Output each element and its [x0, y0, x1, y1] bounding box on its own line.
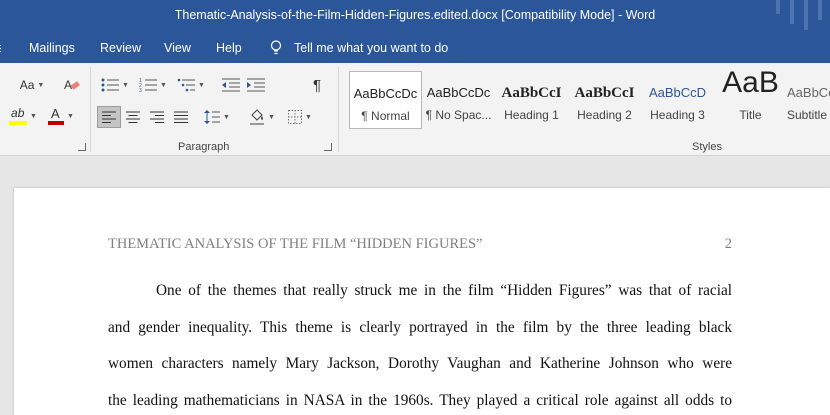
change-case-button[interactable]: Aa ▼ [16, 74, 48, 96]
tell-me-box[interactable]: Tell me what you want to do [270, 40, 448, 55]
numbered-list-icon: 123 [139, 78, 158, 92]
font-dialog-launcher[interactable] [78, 143, 86, 151]
text-line: One of the themes that really struck me … [156, 282, 732, 299]
justify-icon [174, 111, 188, 123]
increase-indent-button[interactable] [245, 74, 267, 96]
justify-button[interactable] [170, 106, 192, 128]
show-formatting-marks-button[interactable]: ¶ [306, 74, 328, 96]
increase-indent-icon [247, 78, 265, 92]
borders-button[interactable]: ▼ [283, 106, 317, 128]
font-color-button[interactable]: A ▼ [44, 105, 78, 127]
bullet-list-icon [101, 78, 120, 92]
text-line: the leading mathematicians in NASA in th… [108, 391, 732, 409]
style-no-spacing[interactable]: AaBbCcDc ¶ No Spac... [422, 71, 495, 129]
borders-icon [288, 110, 303, 124]
align-right-button[interactable] [146, 106, 168, 128]
align-right-icon [150, 111, 164, 123]
style-subtitle[interactable]: AaBbCcI Subtitle [787, 71, 830, 129]
decrease-indent-button[interactable] [220, 74, 242, 96]
align-center-icon [126, 111, 140, 123]
tab-mailings[interactable]: Mailings [29, 41, 75, 55]
paragraph-group-label: Paragraph [178, 141, 230, 153]
shading-button[interactable]: ▼ [245, 106, 279, 128]
multilevel-list-button[interactable]: ▼ [174, 74, 208, 96]
clear-formatting-button[interactable]: A [60, 74, 84, 96]
text-line: and gender inequality. This theme is cle… [108, 318, 732, 336]
style-heading-3[interactable]: AaBbCcD Heading 3 [641, 71, 714, 129]
tab-view[interactable]: View [164, 41, 191, 55]
line-spacing-button[interactable]: ▼ [200, 106, 234, 128]
align-left-icon [102, 111, 116, 123]
font-color-icon: A [48, 106, 65, 125]
align-left-button[interactable] [97, 106, 121, 128]
text-highlight-button[interactable]: ab ▼ [6, 105, 40, 127]
numbering-button[interactable]: 123 ▼ [136, 74, 170, 96]
style-heading-2[interactable]: AaBbCcI Heading 2 [568, 71, 641, 129]
tab-review[interactable]: Review [100, 41, 141, 55]
styles-gallery: AaBbCcDc ¶ Normal AaBbCcDc ¶ No Spac... … [347, 71, 830, 129]
highlighter-icon: ab [9, 106, 28, 125]
document-area: THEMATIC ANALYSIS OF THE FILM “HIDDEN FI… [0, 156, 830, 415]
style-heading-1[interactable]: AaBbCcI Heading 1 [495, 71, 568, 129]
ribbon: Aa ▼ A ab ▼ A ▼ ▼ 123 ▼ ▼ ¶ ▼ ▼ ▼ Paragr… [0, 63, 830, 156]
decorative-bar [790, 0, 794, 24]
eraser-icon: A [64, 78, 80, 92]
window-title: Thematic-Analysis-of-the-Film-Hidden-Fig… [174, 8, 656, 22]
bullets-button[interactable]: ▼ [98, 74, 132, 96]
tab-help[interactable]: Help [216, 41, 242, 55]
page-header: THEMATIC ANALYSIS OF THE FILM “HIDDEN FI… [108, 236, 732, 253]
ribbon-tabs: s Mailings Review View Help Tell me what… [0, 33, 830, 63]
decrease-indent-icon [222, 78, 240, 92]
page-number: 2 [724, 236, 732, 252]
style-normal[interactable]: AaBbCcDc ¶ Normal [349, 71, 422, 129]
tab-partial[interactable]: s [0, 41, 1, 55]
document-page[interactable]: THEMATIC ANALYSIS OF THE FILM “HIDDEN FI… [14, 188, 830, 415]
decorative-bar [804, 0, 808, 30]
multilevel-list-icon [177, 78, 196, 92]
style-title[interactable]: AaB Title [714, 71, 787, 129]
running-head: THEMATIC ANALYSIS OF THE FILM “HIDDEN FI… [108, 236, 483, 252]
styles-group-label: Styles [692, 141, 722, 153]
text-line: women characters namely Mary Jackson, Do… [108, 355, 732, 372]
title-bar: Thematic-Analysis-of-the-Film-Hidden-Fig… [0, 0, 830, 33]
decorative-bar [776, 0, 780, 14]
decorative-bar [818, 0, 822, 20]
line-spacing-icon [204, 110, 221, 124]
paint-bucket-icon [250, 109, 265, 125]
lightbulb-icon [270, 40, 282, 55]
align-center-button[interactable] [122, 106, 144, 128]
tell-me-text: Tell me what you want to do [294, 40, 449, 55]
paragraph-dialog-launcher[interactable] [324, 143, 332, 151]
svg-text:A: A [64, 78, 72, 92]
svg-text:3: 3 [139, 88, 142, 92]
body-text[interactable]: One of the themes that really struck me … [108, 273, 732, 415]
